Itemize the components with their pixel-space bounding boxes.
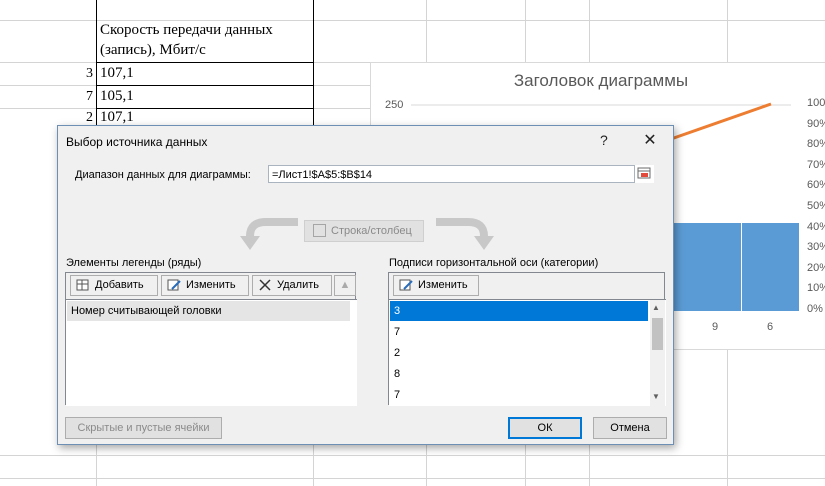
add-series-button[interactable]: Добавить xyxy=(70,275,158,296)
y-right-tick: 20% xyxy=(807,261,825,274)
category-item[interactable]: 8 xyxy=(390,364,648,384)
delete-series-label: Удалить xyxy=(277,279,319,291)
category-item[interactable]: 7 xyxy=(390,385,648,405)
right-curve-arrow-icon xyxy=(436,218,494,250)
range-input[interactable]: =Лист1!$A$5:$B$14 xyxy=(268,165,654,183)
scroll-up-icon[interactable]: ▲ xyxy=(652,303,660,312)
add-series-label: Добавить xyxy=(95,279,144,291)
category-item[interactable]: 2 xyxy=(390,343,648,363)
cell-b-row3[interactable]: 107,1 xyxy=(100,109,134,126)
legend-series-panel: Добавить Изменить Удалить ▲ Номер считыв… xyxy=(65,272,357,406)
left-curve-arrow-icon xyxy=(240,218,298,250)
delete-x-icon xyxy=(259,279,271,291)
category-item[interactable]: 7 xyxy=(390,322,648,342)
edit-pencil-icon xyxy=(167,279,181,291)
y-right-tick: 70% xyxy=(807,158,825,171)
help-button[interactable]: ? xyxy=(600,132,608,148)
y-right-tick: 80% xyxy=(807,138,825,151)
cell-border xyxy=(96,62,314,63)
arrow-up-icon: ▲ xyxy=(339,279,351,291)
hidden-empty-cells-button[interactable]: Скрытые и пустые ячейки xyxy=(65,417,222,439)
switch-row-column-label: Строка/столбец xyxy=(331,225,412,237)
axis-categories-panel: Изменить 3 7 2 8 7 ▲ ▼ xyxy=(388,272,666,406)
bar-9 xyxy=(671,223,741,311)
cancel-button[interactable]: Отмена xyxy=(593,417,667,439)
y-right-tick: 0% xyxy=(807,303,823,315)
switch-row-column-button[interactable]: Строка/столбец xyxy=(304,220,424,242)
cell-a-row3[interactable]: 2 xyxy=(73,110,93,126)
category-item[interactable]: 3 xyxy=(390,301,648,321)
edit-axis-labels-label: Изменить xyxy=(418,279,468,291)
series-line xyxy=(670,102,772,141)
scrollbar-thumb[interactable] xyxy=(652,318,663,350)
categories-scrollbar[interactable]: ▲ ▼ xyxy=(650,300,665,406)
range-label: Диапазон данных для диаграммы: xyxy=(75,169,251,181)
edit-series-label: Изменить xyxy=(186,279,236,291)
y-right-tick: 50% xyxy=(807,200,825,212)
legend-series-label: Элементы легенды (ряды) xyxy=(66,257,202,269)
y-right-tick: 90% xyxy=(807,117,825,130)
move-up-button[interactable]: ▲ xyxy=(334,275,356,296)
series-list-item[interactable]: Номер считывающей головки xyxy=(67,301,350,321)
edit-pencil-icon xyxy=(399,279,413,291)
y-right-tick: 100% xyxy=(807,97,825,109)
y-right-tick: 30% xyxy=(807,241,825,254)
cell-border xyxy=(96,85,314,86)
column-header-line2: (запись), Мбит/с xyxy=(100,42,206,58)
ok-button[interactable]: ОК xyxy=(508,417,582,439)
y-right-tick: 60% xyxy=(807,179,825,192)
x-tick-9: 9 xyxy=(712,321,719,333)
cell-b-row2[interactable]: 105,1 xyxy=(100,88,134,105)
add-table-icon xyxy=(76,279,89,291)
series-list[interactable]: Номер считывающей головки xyxy=(66,299,357,406)
close-icon[interactable]: ✕ xyxy=(640,130,660,150)
dialog-title: Выбор источника данных xyxy=(66,135,208,149)
swap-icon xyxy=(313,224,326,237)
bar-6 xyxy=(742,223,799,311)
categories-list[interactable]: 3 7 2 8 7 ▲ ▼ xyxy=(389,299,666,406)
axis-categories-label: Подписи горизонтальной оси (категории) xyxy=(389,257,599,269)
edit-axis-labels-button[interactable]: Изменить xyxy=(393,275,479,296)
cell-b-row1[interactable]: 107,1 xyxy=(100,65,134,82)
column-header-line1: Скорость передачи данных xyxy=(100,22,273,38)
y-right-tick: 40% xyxy=(807,220,825,233)
cell-a-row1[interactable]: 3 xyxy=(73,66,93,82)
y-right-tick: 10% xyxy=(807,282,825,295)
range-picker-button[interactable] xyxy=(634,165,654,183)
delete-series-button[interactable]: Удалить xyxy=(252,275,332,296)
x-tick-6: 6 xyxy=(767,321,774,333)
edit-series-button[interactable]: Изменить xyxy=(161,275,249,296)
select-data-source-dialog[interactable]: Выбор источника данных ? ✕ Диапазон данн… xyxy=(57,125,674,445)
cell-a-row2[interactable]: 7 xyxy=(73,89,93,105)
collapse-dialog-icon xyxy=(637,167,651,179)
scroll-down-icon[interactable]: ▼ xyxy=(652,392,660,401)
